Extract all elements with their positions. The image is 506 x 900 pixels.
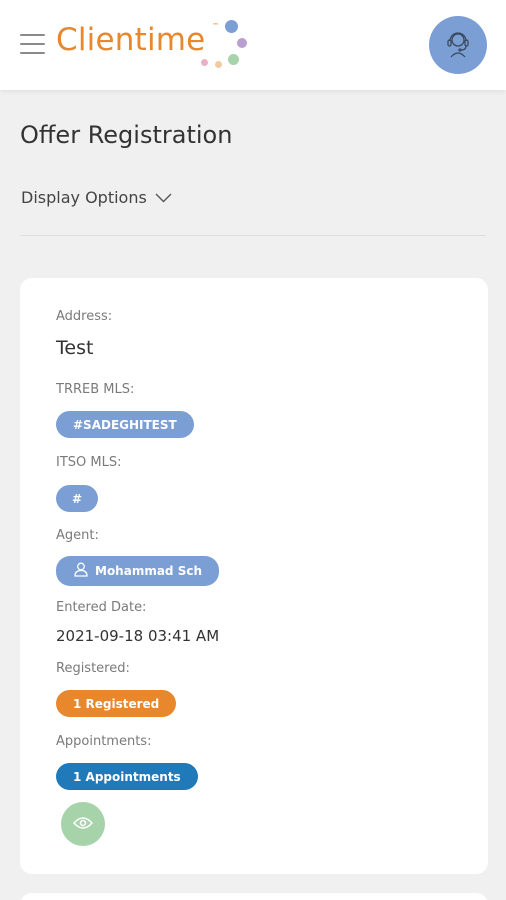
entered-date-value: 2021-09-18 03:41 AM xyxy=(56,627,220,645)
address-value: Test xyxy=(56,337,94,359)
appointments-value: 1 Appointments xyxy=(73,769,181,784)
address-label: Address: xyxy=(56,309,113,324)
agent-badge[interactable]: Mohammad Sch xyxy=(56,556,219,586)
appointments-label: Appointments: xyxy=(56,734,152,749)
itso-mls-badge: # xyxy=(56,485,98,512)
appointments-badge[interactable]: 1 Appointments xyxy=(56,763,198,790)
registered-badge[interactable]: 1 Registered xyxy=(56,690,177,717)
page-title: Offer Registration xyxy=(20,121,233,149)
itso-mls-label: ITSO MLS: xyxy=(56,455,122,470)
agent-label: Agent: xyxy=(56,528,99,543)
offer-card: Address: Test TRREB MLS: #SADEGHITEST IT… xyxy=(20,278,488,874)
headset-icon xyxy=(444,28,472,62)
trreb-mls-label: TRREB MLS: xyxy=(56,382,135,397)
logo-trademark: ™ xyxy=(212,22,219,30)
top-bar: Clientime ™ xyxy=(0,0,506,90)
chevron-down-icon xyxy=(147,188,172,207)
hamburger-icon[interactable] xyxy=(20,34,45,54)
next-offer-card xyxy=(20,893,488,900)
user-icon xyxy=(74,562,95,580)
divider xyxy=(20,235,486,236)
logo-text: Clientime xyxy=(56,22,206,58)
support-button[interactable] xyxy=(429,16,487,74)
trreb-mls-value: #SADEGHITEST xyxy=(73,417,177,432)
eye-icon xyxy=(72,815,94,834)
registered-value: 1 Registered xyxy=(73,696,160,711)
agent-value: Mohammad Sch xyxy=(95,564,202,578)
display-options-toggle[interactable]: Display Options xyxy=(21,188,172,207)
clientime-logo: Clientime ™ xyxy=(56,18,256,74)
itso-mls-value: # xyxy=(71,491,83,506)
registered-label: Registered: xyxy=(56,661,130,676)
display-options-label: Display Options xyxy=(21,188,147,207)
trreb-mls-badge: #SADEGHITEST xyxy=(56,411,194,438)
view-button[interactable] xyxy=(61,802,105,846)
entered-date-label: Entered Date: xyxy=(56,600,147,615)
